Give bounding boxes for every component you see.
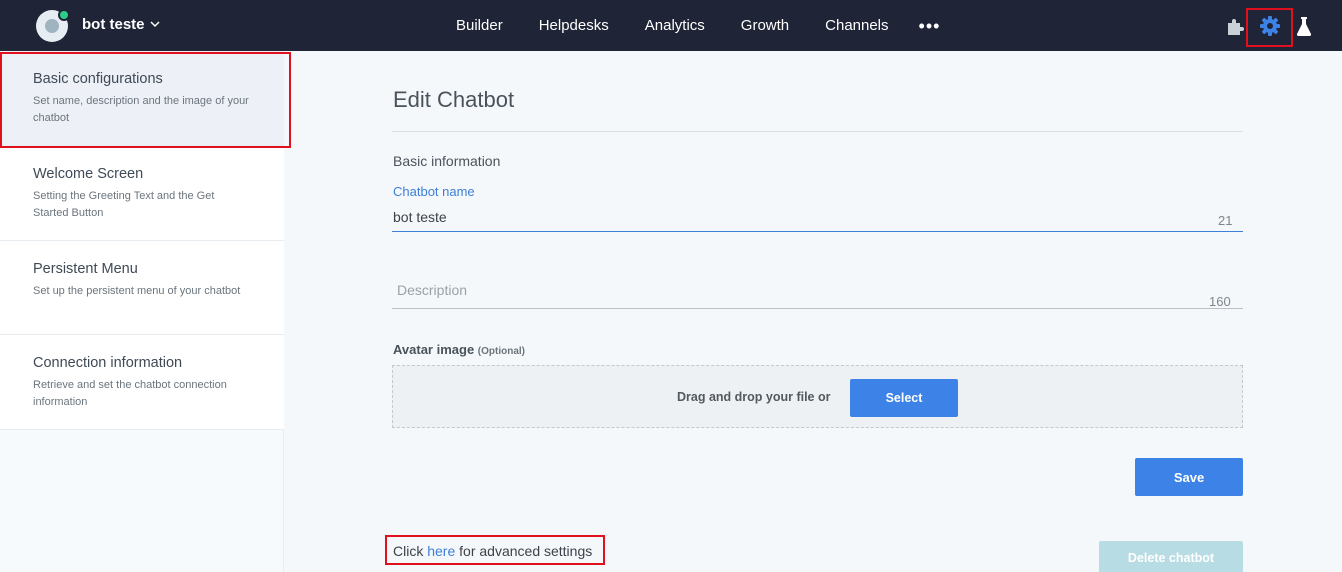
avatar-dropzone[interactable]: Drag and drop your file or Select (392, 365, 1243, 428)
sidebar-item-description: Retrieve and set the chatbot connection … (33, 379, 227, 408)
advanced-prefix: Click (393, 543, 428, 559)
nav-analytics[interactable]: Analytics (645, 17, 705, 34)
nav-channels[interactable]: Channels (825, 17, 888, 34)
advanced-suffix: for advanced settings (455, 543, 593, 559)
flask-icon[interactable] (1292, 14, 1316, 38)
main-nav: Builder Helpdesks Analytics Growth Chann… (438, 0, 940, 51)
nav-builder[interactable]: Builder (456, 17, 503, 34)
nav-growth[interactable]: Growth (741, 17, 789, 34)
avatar-image-label: Avatar image (Optional) (393, 342, 525, 357)
bot-avatar-inner (45, 19, 59, 33)
advanced-settings-link[interactable]: here (427, 543, 455, 559)
sidebar-item-title: Connection information (33, 355, 183, 371)
sidebar-item-welcome-screen[interactable]: Welcome Screen Setting the Greeting Text… (0, 146, 284, 241)
description-input[interactable]: Description (397, 282, 467, 298)
sidebar-item-description: Set name, description and the image of y… (33, 95, 249, 124)
settings-sidebar: Basic configurations Set name, descripti… (0, 51, 284, 572)
edit-chatbot-panel: Edit Chatbot Basic information Chatbot n… (285, 51, 1342, 572)
delete-chatbot-button[interactable]: Delete chatbot (1099, 541, 1243, 572)
sidebar-item-description: Setting the Greeting Text and the Get St… (33, 190, 215, 219)
chatbot-name-input[interactable]: bot teste (393, 209, 447, 225)
dropzone-text: Drag and drop your file or (677, 390, 831, 404)
top-navigation-bar: bot teste Builder Helpdesks Analytics Gr… (0, 0, 1342, 51)
description-char-counter: 160 (1209, 294, 1231, 309)
chatbot-name-char-counter: 21 (1218, 213, 1233, 228)
page-title: Edit Chatbot (393, 87, 515, 112)
online-status-dot (58, 9, 70, 21)
sidebar-item-description: Set up the persistent menu of your chatb… (33, 285, 241, 297)
more-options-icon[interactable]: ••• (919, 17, 941, 35)
advanced-settings-text: Click here for advanced settings (385, 535, 605, 565)
chevron-down-icon (149, 21, 160, 28)
avatar-image-label-text: Avatar image (393, 342, 475, 357)
nav-helpdesks[interactable]: Helpdesks (539, 17, 609, 34)
sidebar-item-title: Welcome Screen (33, 166, 144, 182)
sidebar-item-basic-configurations[interactable]: Basic configurations Set name, descripti… (0, 51, 284, 146)
optional-tag: (Optional) (477, 346, 526, 357)
sidebar-item-title: Basic configurations (33, 71, 163, 87)
section-heading: Basic information (393, 153, 501, 169)
bot-avatar[interactable] (36, 9, 70, 42)
save-button[interactable]: Save (1135, 458, 1243, 496)
sidebar-item-connection-information[interactable]: Connection information Retrieve and set … (0, 335, 284, 430)
gear-highlight-box (1246, 8, 1293, 47)
puzzle-icon[interactable] (1223, 14, 1247, 38)
bot-name-label: bot teste (82, 16, 145, 33)
description-underline (392, 308, 1243, 309)
sidebar-item-persistent-menu[interactable]: Persistent Menu Set up the persistent me… (0, 241, 284, 335)
chatbot-name-label: Chatbot name (393, 184, 475, 199)
select-file-button[interactable]: Select (850, 379, 958, 417)
title-divider (392, 131, 1243, 132)
sidebar-item-title: Persistent Menu (33, 261, 138, 277)
chatbot-name-underline (392, 231, 1243, 232)
bot-selector[interactable]: bot teste (82, 16, 160, 33)
